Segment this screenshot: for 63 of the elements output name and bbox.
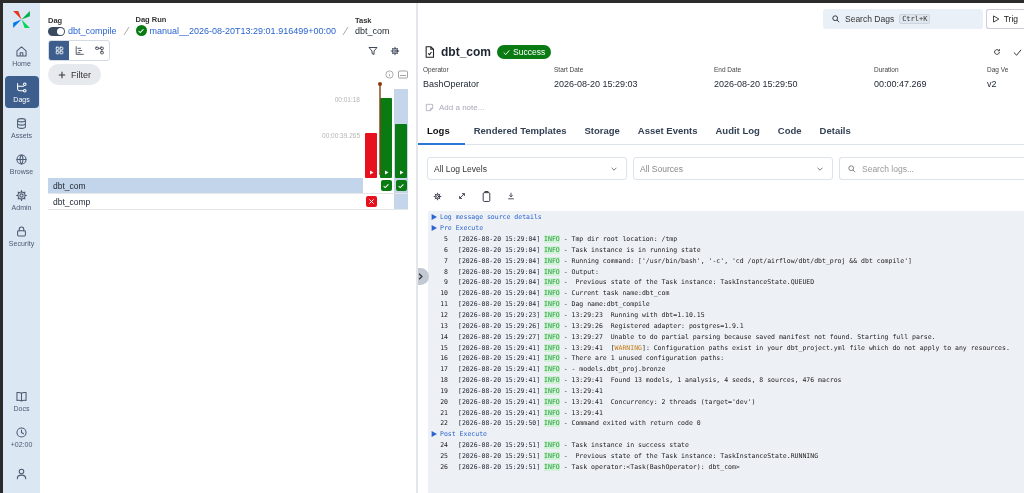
breadcrumb-divider — [341, 26, 349, 36]
settings-icon — [390, 45, 400, 56]
view-button[interactable] — [49, 41, 69, 60]
tab[interactable]: Details — [810, 125, 860, 145]
source-select[interactable]: All Sources — [640, 163, 683, 174]
check-icon[interactable] — [1013, 47, 1022, 57]
graph-icon[interactable] — [93, 45, 105, 56]
settings-icon — [15, 189, 28, 202]
clock-icon — [15, 426, 28, 439]
grid-icon[interactable] — [53, 45, 65, 56]
filter-button[interactable]: Filter — [48, 64, 101, 85]
log-level-select[interactable]: All Log Levels — [434, 163, 487, 174]
clipboard-icon[interactable] — [482, 190, 491, 202]
file-icon — [424, 46, 435, 58]
globe-icon — [15, 153, 28, 166]
grid-cell[interactable] — [394, 194, 408, 209]
task-row[interactable]: dbt_com — [48, 178, 363, 193]
search-icon — [832, 15, 840, 23]
keyboard-icon[interactable] — [398, 70, 408, 79]
tab[interactable]: Logs — [418, 125, 465, 145]
tab[interactable]: Audit Log — [706, 125, 769, 145]
home-icon — [15, 45, 28, 58]
plus-icon — [58, 70, 66, 79]
trigger-button[interactable]: Trig — [986, 9, 1024, 29]
task-name: dbt_com — [354, 26, 390, 36]
success-icon[interactable] — [395, 180, 407, 191]
tab[interactable]: Code — [768, 125, 811, 145]
filter-icon[interactable] — [368, 45, 378, 56]
tab[interactable]: Rendered Templates — [464, 125, 576, 145]
gantt-icon[interactable] — [73, 45, 85, 56]
book-icon — [15, 390, 28, 403]
user-icon[interactable] — [15, 466, 28, 480]
success-icon — [135, 25, 147, 36]
database-icon — [15, 117, 28, 130]
expand-icon[interactable] — [431, 431, 437, 438]
task-title: dbt_com — [441, 45, 491, 59]
field-value: 2026-08-20 15:29:03 — [554, 79, 639, 89]
chevron-right-icon[interactable] — [418, 273, 424, 280]
field-value: BashOperator — [423, 79, 481, 89]
field-value: 2026-08-20 15:29:50 — [714, 79, 799, 89]
run-column[interactable] — [394, 89, 408, 178]
refresh-icon[interactable] — [993, 47, 1001, 56]
dag-link[interactable]: dbt_compile — [68, 26, 117, 36]
download-icon[interactable] — [507, 192, 515, 200]
dags-icon — [15, 81, 28, 94]
logo-icon[interactable] — [11, 9, 32, 30]
field-value: v2 — [987, 79, 998, 89]
play-icon — [992, 15, 1000, 23]
task-row[interactable]: dbt_comp — [48, 194, 363, 209]
failed-icon[interactable] — [365, 196, 377, 207]
field-value: 00:00:47.269 — [874, 79, 928, 89]
breadcrumb-divider — [122, 26, 130, 36]
lock-icon — [15, 225, 28, 238]
tab[interactable]: Storage — [575, 125, 629, 145]
tab[interactable]: Asset Events — [628, 125, 707, 145]
dag-toggle[interactable] — [48, 26, 65, 36]
success-icon[interactable] — [380, 180, 392, 191]
settings-icon — [433, 191, 442, 201]
expand-icon[interactable] — [458, 192, 466, 200]
status-badge: Success — [497, 45, 552, 59]
search-icon — [848, 164, 856, 173]
note-icon — [425, 103, 434, 112]
dag-run-link[interactable]: manual__2026-08-20T13:29:01.916499+00:00 — [149, 25, 336, 36]
